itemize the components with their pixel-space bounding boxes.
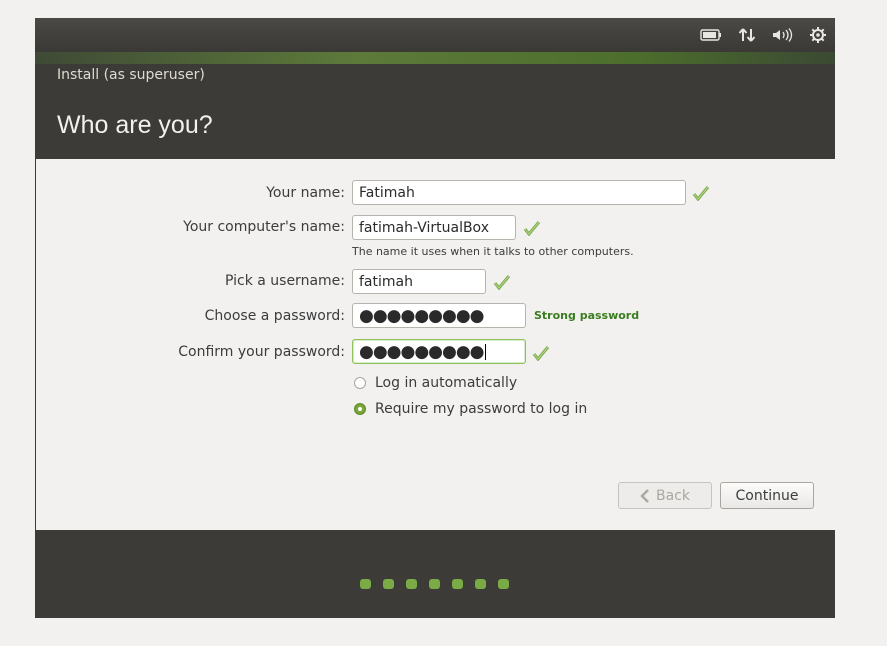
password-field[interactable]: ●●●●●●●●● — [352, 303, 526, 328]
top-panel — [35, 18, 835, 52]
network-updown-icon[interactable] — [736, 26, 758, 44]
continue-button-label: Continue — [735, 487, 799, 504]
confirm-password-value: ●●●●●●●●● — [359, 342, 485, 362]
panel-accent-band — [35, 52, 835, 64]
password-label: Choose a password: — [204, 308, 345, 324]
gear-icon[interactable] — [807, 26, 829, 44]
progress-dot — [383, 579, 394, 589]
chevron-left-icon — [640, 488, 649, 503]
username-label: Pick a username: — [224, 273, 345, 289]
battery-icon[interactable] — [699, 26, 723, 44]
back-button[interactable]: Back — [618, 482, 712, 509]
progress-steps — [360, 579, 509, 589]
confirm-password-label: Confirm your password: — [178, 344, 345, 360]
computer-name-field[interactable]: fatimah-VirtualBox — [352, 215, 516, 240]
progress-dot — [360, 579, 371, 589]
continue-button[interactable]: Continue — [720, 482, 814, 509]
desktop-screen: Install (as superuser) Who are you? Your… — [35, 18, 835, 618]
password-strength-text: Strong password — [534, 309, 640, 322]
window-title: Install (as superuser) — [57, 67, 205, 83]
checkmark-icon — [692, 186, 710, 201]
confirm-password-field[interactable]: ●●●●●●●●● — [352, 339, 526, 364]
back-button-label: Back — [656, 487, 690, 504]
login-automatically-option[interactable]: Log in automatically — [354, 375, 517, 391]
progress-dot — [452, 579, 463, 589]
require-password-option[interactable]: Require my password to log in — [354, 401, 587, 417]
computer-name-hint: The name it uses when it talks to other … — [352, 245, 634, 258]
volume-icon[interactable] — [770, 26, 794, 44]
window-header: Install (as superuser) Who are you? — [36, 64, 835, 159]
progress-dot — [406, 579, 417, 589]
computer-name-label: Your computer's name: — [183, 219, 345, 235]
login-automatically-label: Log in automatically — [375, 375, 518, 391]
page-title: Who are you? — [57, 111, 213, 139]
installer-window: Install (as superuser) Who are you? Your… — [36, 64, 835, 530]
radio-unselected[interactable] — [354, 377, 366, 389]
progress-dot — [498, 579, 509, 589]
checkmark-icon — [532, 346, 550, 361]
your-name-field[interactable]: Fatimah — [352, 180, 686, 205]
installer-footer — [35, 532, 835, 618]
progress-dot — [475, 579, 486, 589]
text-cursor — [484, 344, 486, 360]
progress-dot — [429, 579, 440, 589]
username-field[interactable]: fatimah — [352, 269, 486, 294]
checkmark-icon — [523, 221, 541, 236]
checkmark-icon — [493, 275, 511, 290]
radio-selected[interactable] — [354, 403, 366, 415]
your-name-label: Your name: — [266, 185, 345, 201]
require-password-label: Require my password to log in — [375, 401, 588, 417]
